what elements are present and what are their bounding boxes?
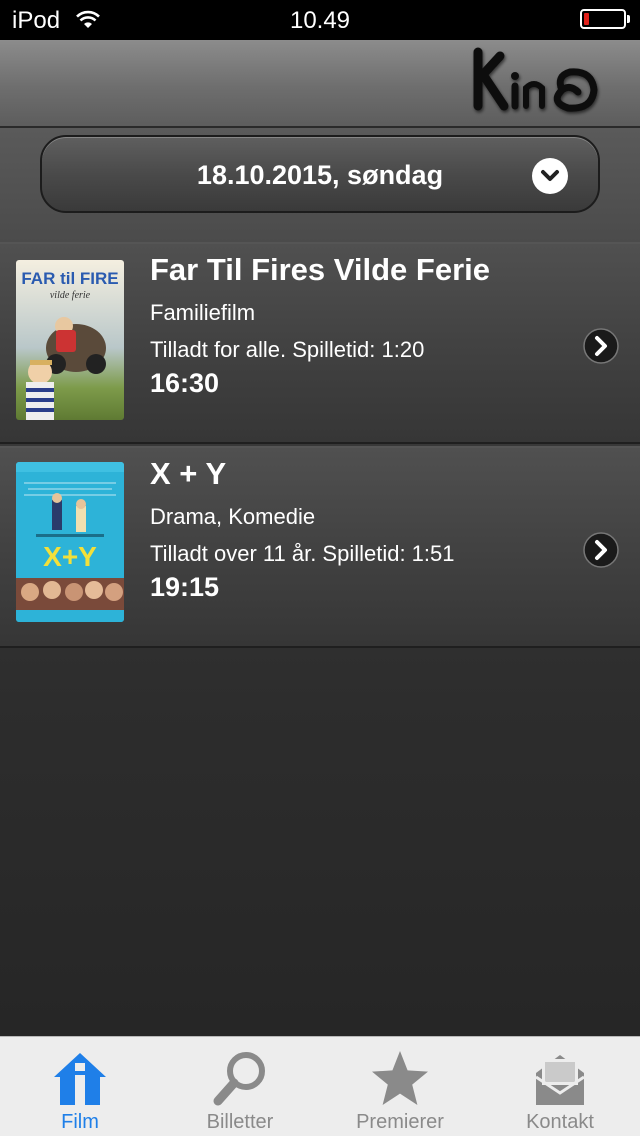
envelope-icon [535, 1055, 585, 1105]
movie-list-item[interactable]: X+Y X + Y Drama, Komedie Tilladt over 11… [0, 446, 640, 648]
movie-info: Tilladt over 11 år. Spilletid: 1:51 [150, 541, 455, 566]
tab-label: Premierer [356, 1111, 444, 1133]
movie-title: X + Y [150, 456, 227, 491]
tab-film[interactable]: Film [0, 1037, 160, 1136]
chevron-down-icon[interactable] [532, 158, 568, 194]
date-picker-value[interactable]: 18.10.2015, søndag [40, 135, 600, 213]
movie-genre: Familiefilm [150, 300, 256, 325]
status-bar: iPod 10.49 [0, 0, 640, 40]
tab-billetter[interactable]: Billetter [160, 1037, 320, 1136]
movie-genre: Drama, Komedie [150, 504, 316, 529]
movie-poster: X+Y [16, 462, 124, 622]
chevron-right-icon[interactable] [583, 532, 619, 568]
battery-level [584, 13, 589, 25]
tab-label: Billetter [206, 1111, 274, 1133]
poster-subtitle: vilde ferie [50, 290, 91, 301]
tab-label: Kontakt [526, 1111, 594, 1133]
app-screen: iPod 10.49 18.10.2015, søndag FAR til FI… [0, 0, 640, 1136]
tab-label: Film [61, 1111, 99, 1133]
house-icon [54, 1053, 106, 1105]
poster-title: FAR til FIRE [21, 269, 118, 288]
search-icon [213, 1052, 265, 1106]
tab-bar: Film Billetter Premierer Kontakt [0, 1036, 640, 1136]
clock: 10.49 [289, 7, 351, 34]
movie-poster: FAR til FIRE vilde ferie [16, 260, 124, 420]
battery-tip [627, 15, 630, 23]
kino-logo [473, 47, 598, 112]
movie-info: Tilladt for alle. Spilletid: 1:20 [150, 337, 425, 362]
movie-showtime[interactable]: 16:30 [150, 368, 219, 399]
star-icon [372, 1051, 428, 1105]
battery-icon [580, 9, 626, 29]
movie-showtime[interactable]: 19:15 [150, 572, 219, 603]
poster-title: X+Y [43, 541, 97, 572]
chevron-right-icon[interactable] [583, 328, 619, 364]
tab-premierer[interactable]: Premierer [320, 1037, 480, 1136]
movie-title: Far Til Fires Vilde Ferie [150, 252, 491, 287]
movie-list-item[interactable]: FAR til FIRE vilde ferie Far Til Fires V… [0, 242, 640, 444]
tab-kontakt[interactable]: Kontakt [480, 1037, 640, 1136]
